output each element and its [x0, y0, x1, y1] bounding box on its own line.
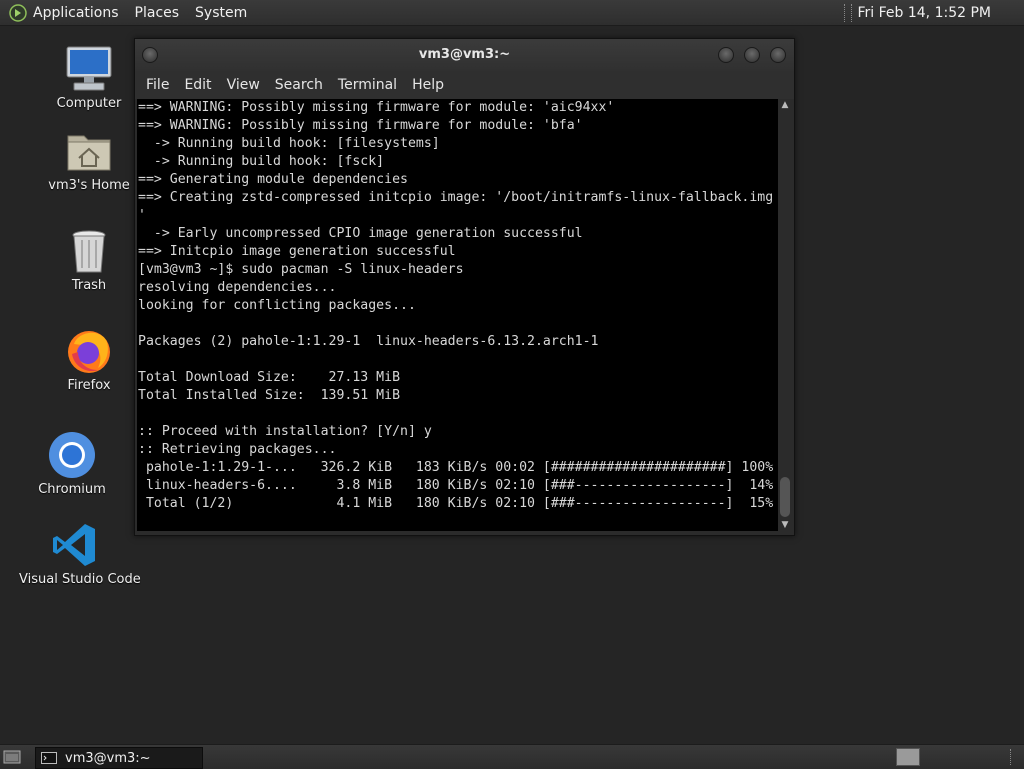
applications-menu-icon[interactable] [9, 3, 27, 22]
close-button[interactable] [770, 47, 786, 63]
terminal-line: ==> Creating zstd-compressed initcpio im… [138, 190, 774, 205]
menu-applications[interactable]: Applications [33, 5, 119, 21]
terminal-line: pahole-1:1.29-1-... 326.2 KiB 183 KiB/s … [138, 460, 774, 475]
scroll-down-arrow-icon[interactable]: ▼ [778, 519, 792, 531]
terminal-menubar: File Edit View Search Terminal Help [135, 71, 794, 99]
desktop-icon-vscode[interactable]: Visual Studio Code [19, 520, 141, 587]
terminal-line: ==> Initcpio image generation successful [138, 244, 456, 259]
terminal-icon [41, 752, 57, 764]
terminal-line: -> Running build hook: [fsck] [138, 154, 385, 169]
terminal-output[interactable]: ==> WARNING: Possibly missing firmware f… [137, 99, 778, 531]
terminal-line: Packages (2) pahole-1:1.29-1 linux-heade… [138, 334, 599, 349]
terminal-window[interactable]: vm3@vm3:~ File Edit View Search Terminal… [134, 38, 795, 536]
terminal-line: ' [138, 208, 146, 223]
menu-system[interactable]: System [195, 5, 247, 21]
trash-icon [72, 230, 106, 273]
desktop-icon-label: Firefox [67, 378, 111, 393]
desktop-icon-home[interactable]: vm3's Home [34, 126, 144, 193]
menu-help[interactable]: Help [412, 77, 444, 93]
bottom-panel: vm3@vm3:~ [0, 744, 1024, 769]
home-folder-icon [67, 135, 111, 171]
desktop-icon-label: vm3's Home [48, 178, 130, 193]
desktop-icon-label: Visual Studio Code [19, 572, 141, 587]
terminal-line: ==> WARNING: Possibly missing firmware f… [138, 118, 583, 133]
desktop-icon-computer[interactable]: Computer [34, 44, 144, 111]
taskbar-terminal-button[interactable]: vm3@vm3:~ [35, 747, 203, 769]
computer-icon [66, 46, 112, 91]
terminal-line: [vm3@vm3 ~]$ sudo pacman -S linux-header… [138, 262, 464, 277]
panel-separator [1010, 749, 1017, 765]
menu-terminal[interactable]: Terminal [338, 77, 397, 93]
taskbar-button-label: vm3@vm3:~ [65, 750, 151, 766]
terminal-line: linux-headers-6.... 3.8 MiB 180 KiB/s 02… [138, 478, 774, 493]
menu-search[interactable]: Search [275, 77, 323, 93]
show-desktop-icon[interactable] [3, 750, 21, 764]
desktop-icon-firefox[interactable]: Firefox [34, 326, 144, 393]
scroll-up-arrow-icon[interactable]: ▲ [778, 99, 792, 111]
window-titlebar[interactable]: vm3@vm3:~ [135, 39, 794, 71]
terminal-line: :: Retrieving packages... [138, 442, 337, 457]
menu-view[interactable]: View [227, 77, 260, 93]
terminal-line: ==> Generating module dependencies [138, 172, 408, 187]
window-title: vm3@vm3:~ [418, 47, 511, 62]
terminal-line: Total Download Size: 27.13 MiB [138, 370, 401, 385]
terminal-line: looking for conflicting packages... [138, 298, 416, 313]
workspace-switcher[interactable] [896, 748, 920, 766]
terminal-scrollbar[interactable]: ▲ ▼ [778, 99, 792, 531]
firefox-icon [68, 331, 110, 373]
terminal-line: Total (1/2) 4.1 MiB 180 KiB/s 02:10 [###… [138, 496, 774, 511]
desktop-icon-chromium[interactable]: Chromium [17, 430, 127, 497]
top-panel: Applications Places System Fri Feb 14, 1… [0, 0, 1024, 26]
desktop-icon-trash[interactable]: Trash [34, 226, 144, 293]
terminal-line: -> Running build hook: [filesystems] [138, 136, 440, 151]
vscode-icon [53, 524, 95, 566]
terminal-line: ==> WARNING: Possibly missing firmware f… [138, 100, 615, 115]
desktop-icon-label: Computer [56, 96, 122, 111]
maximize-button[interactable] [744, 47, 760, 63]
chromium-icon [49, 432, 95, 478]
minimize-button[interactable] [718, 47, 734, 63]
menu-places[interactable]: Places [135, 5, 180, 21]
menu-file[interactable]: File [146, 77, 169, 93]
terminal-line: Total Installed Size: 139.51 MiB [138, 388, 401, 403]
terminal-line: :: Proceed with installation? [Y/n] y [138, 424, 432, 439]
terminal-line: resolving dependencies... [138, 280, 337, 295]
terminal-line: -> Early uncompressed CPIO image generat… [138, 226, 583, 241]
clock[interactable]: Fri Feb 14, 1:52 PM [858, 5, 992, 21]
menu-edit[interactable]: Edit [184, 77, 211, 93]
desktop-icon-label: Chromium [38, 482, 106, 497]
scrollbar-thumb[interactable] [780, 477, 790, 517]
desktop-icon-label: Trash [71, 278, 107, 293]
panel-separator [843, 3, 852, 22]
